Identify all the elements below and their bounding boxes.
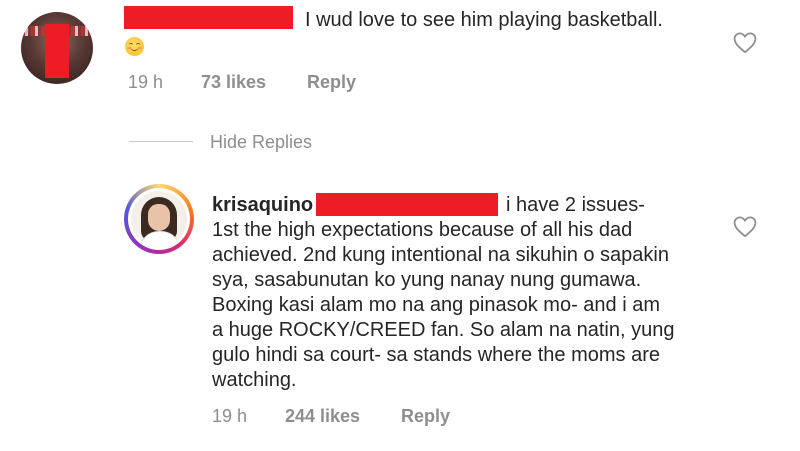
avatar-redaction <box>45 24 69 78</box>
heart-outline-icon[interactable] <box>733 216 757 238</box>
reply-text-line: 1st the high expectations because of all… <box>212 219 633 241</box>
hide-replies-button[interactable]: Hide Replies <box>210 131 312 153</box>
profile-photo <box>131 191 187 247</box>
reply-likes-count[interactable]: 244 likes <box>285 405 360 427</box>
replies-divider <box>129 141 193 142</box>
reply-text-line: achieved. 2nd kung intentional na sikuhi… <box>212 244 669 266</box>
reply-avatar[interactable] <box>124 184 194 254</box>
comment-timestamp: 19 h <box>128 72 164 92</box>
reply-button[interactable]: Reply <box>307 71 356 93</box>
reply-button[interactable]: Reply <box>401 405 450 427</box>
reply-text-line: gulo hindi sa court- sa stands where the… <box>212 344 660 366</box>
reply-username[interactable]: krisaquino <box>212 193 313 217</box>
mention-redaction <box>316 193 498 216</box>
relieved-face-emoji-icon <box>125 37 144 56</box>
reply-timestamp: 19 h <box>212 406 248 426</box>
reply-text-line: i have 2 issues- <box>506 194 645 216</box>
commenter-avatar[interactable] <box>21 12 93 84</box>
heart-outline-icon[interactable] <box>733 32 757 54</box>
reply-text-line: Boxing kasi alam mo na ang pinasok mo- a… <box>212 294 661 316</box>
comment-likes-count[interactable]: 73 likes <box>201 71 266 93</box>
username-redaction <box>124 6 293 29</box>
reply-text-line: watching. <box>212 369 297 391</box>
comment-text: I wud love to see him playing basketball… <box>305 9 663 31</box>
reply-text-line: a huge ROCKY/CREED fan. So alam na natin… <box>212 319 675 341</box>
reply-text-line: sya, sasabunutan ko yung nanay nung guma… <box>212 269 642 291</box>
